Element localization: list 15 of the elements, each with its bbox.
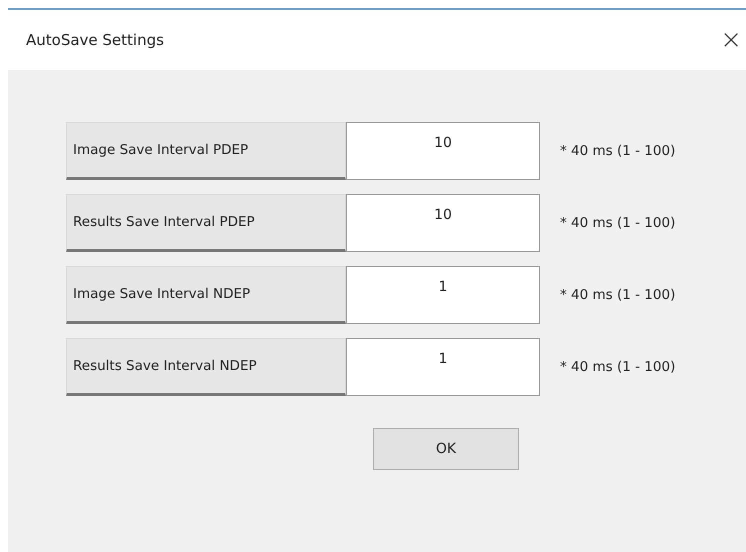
- unit-label: * 40 ms (1 - 100): [560, 215, 676, 231]
- setting-button[interactable]: Image Save Interval NDEP: [66, 266, 346, 324]
- input-field[interactable]: 10: [346, 122, 540, 180]
- input-field[interactable]: 1: [346, 266, 540, 324]
- input-field[interactable]: 10: [346, 194, 540, 252]
- input-field[interactable]: 1: [346, 338, 540, 396]
- setting-button[interactable]: Results Save Interval PDEP: [66, 194, 346, 252]
- unit-label: * 40 ms (1 - 100): [560, 287, 676, 303]
- window-title: AutoSave Settings: [26, 31, 164, 49]
- setting-button[interactable]: Results Save Interval NDEP: [66, 338, 346, 396]
- setting-button[interactable]: Image Save Interval PDEP: [66, 122, 346, 180]
- unit-label: * 40 ms (1 - 100): [560, 143, 676, 159]
- close-button[interactable]: ×: [720, 25, 746, 55]
- ok-button[interactable]: OK: [373, 428, 519, 470]
- unit-label: * 40 ms (1 - 100): [560, 359, 676, 375]
